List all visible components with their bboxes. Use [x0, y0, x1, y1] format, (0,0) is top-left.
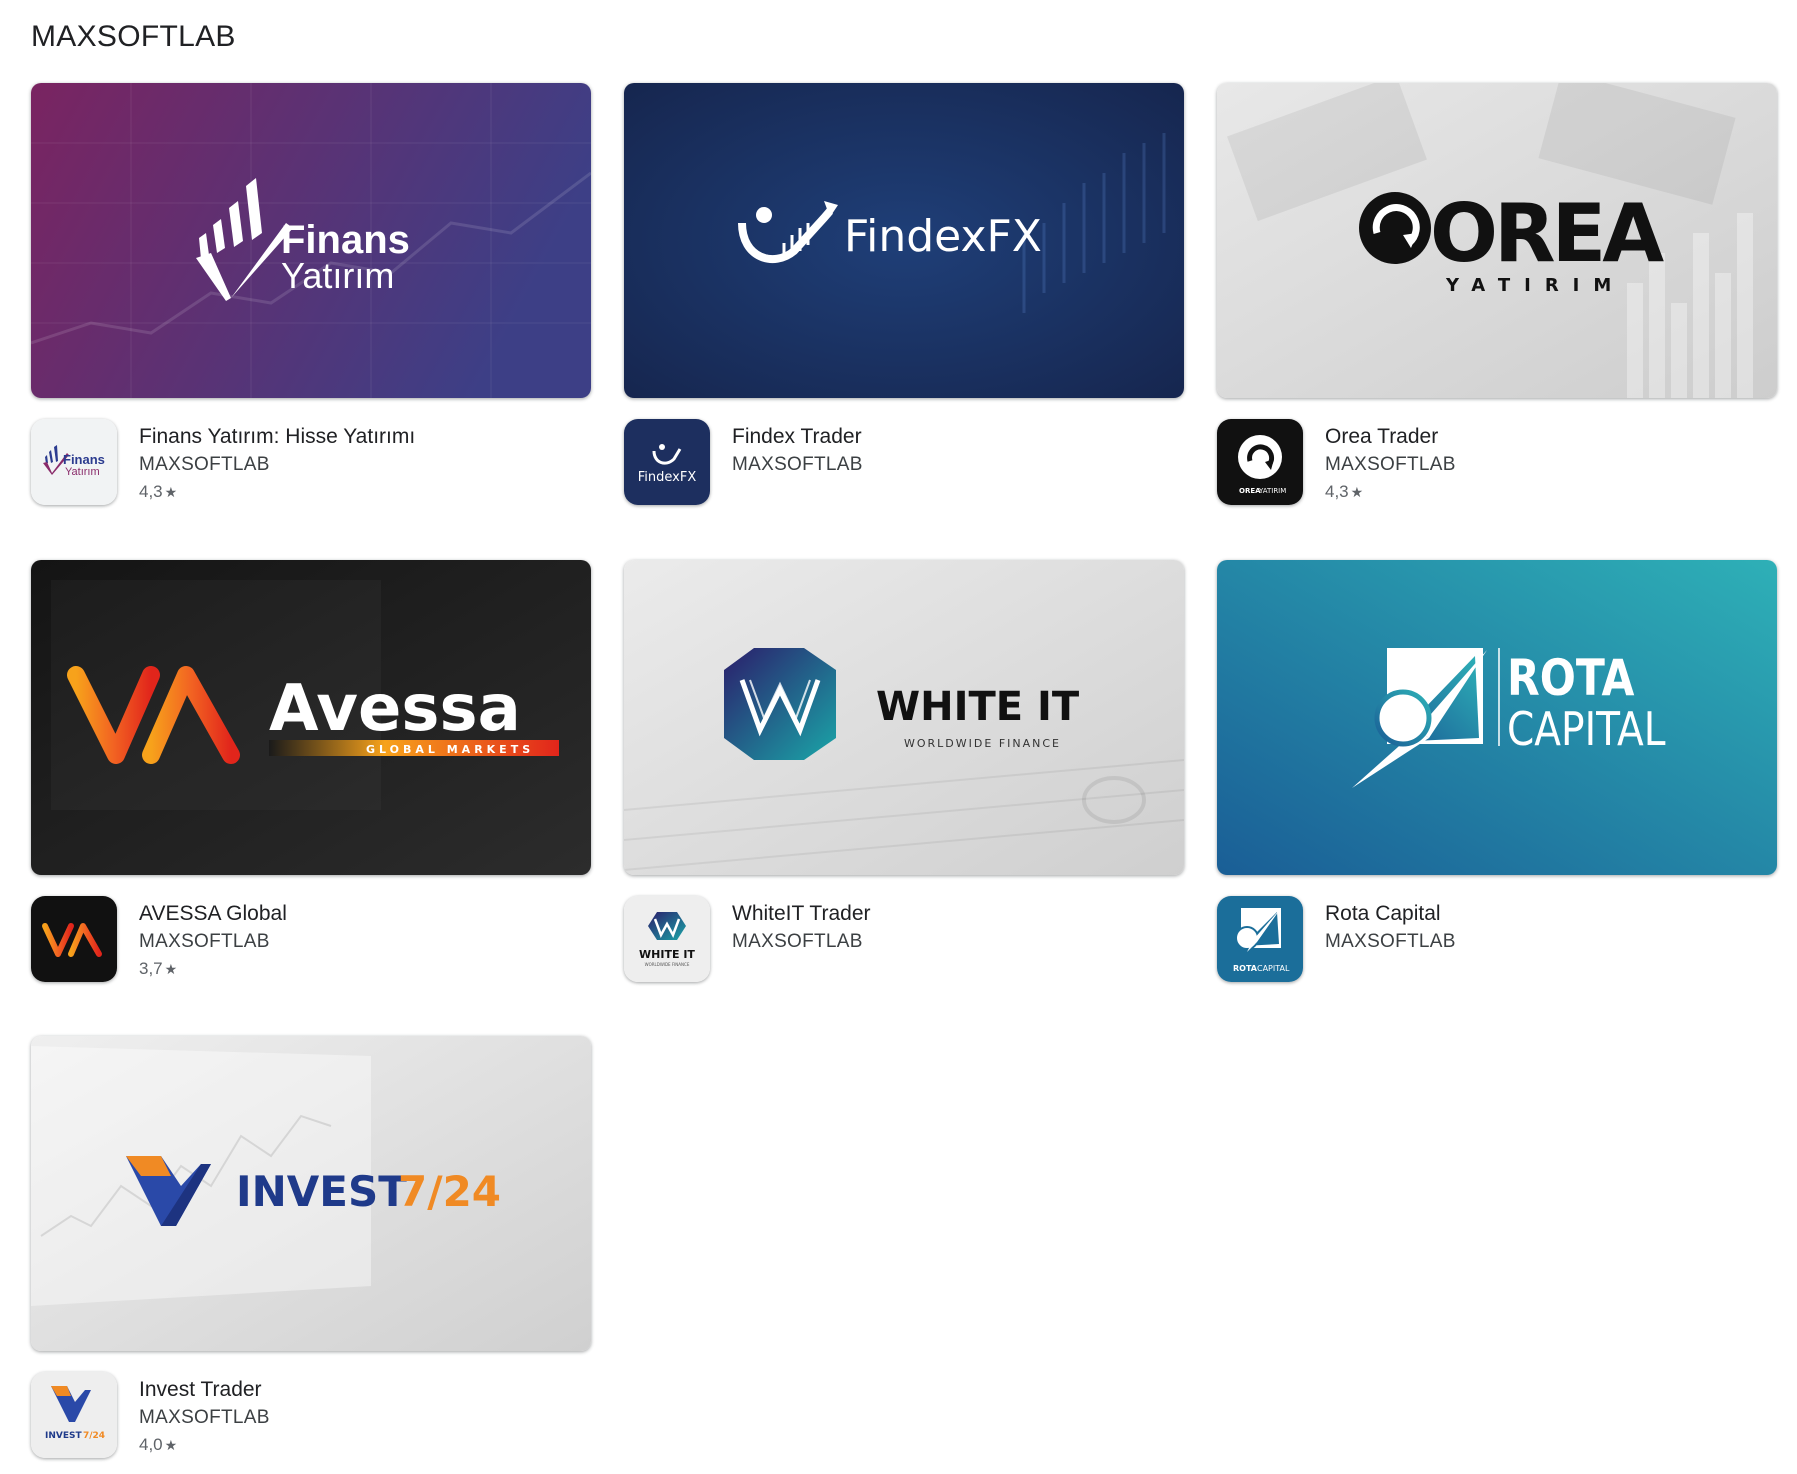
app-title[interactable]: AVESSA Global: [139, 900, 589, 928]
app-meta: Finans Yatırım: Hisse Yatırımı MAXSOFTLA…: [139, 423, 589, 505]
whiteit-banner-line1: WHITE IT: [876, 684, 1080, 730]
whiteit-app-icon: WHITE IT WORLDWIDE FINANCE: [624, 896, 710, 982]
orea-icon-line1: OREA: [1239, 487, 1261, 495]
orea-logo-mark: [1359, 192, 1431, 264]
app-meta: Invest Trader MAXSOFTLAB 4,0 ★: [139, 1376, 589, 1458]
app-meta: AVESSA Global MAXSOFTLAB 3,7 ★: [139, 900, 589, 982]
rating-value: 4,0: [139, 1435, 163, 1454]
finans-banner-graphic: Finans Yatırım: [31, 83, 591, 398]
app-meta: Findex Trader MAXSOFTLAB: [732, 423, 1182, 479]
orea-banner-line1: OREA: [1430, 187, 1664, 280]
app-title[interactable]: Invest Trader: [139, 1376, 589, 1404]
invest-icon-line1: INVEST: [45, 1431, 82, 1441]
rota-app-icon: ROTA CAPITAL: [1217, 896, 1303, 982]
app-icon[interactable]: WHITE IT WORLDWIDE FINANCE: [624, 896, 710, 982]
app-icon[interactable]: ROTA CAPITAL: [1217, 896, 1303, 982]
app-icon[interactable]: Finans Yatırım: [31, 419, 117, 505]
finans-banner-line2: Yatırım: [281, 255, 394, 296]
app-developer[interactable]: MAXSOFTLAB: [732, 451, 1182, 479]
invest-banner-graphic: INVEST 7/24: [31, 1036, 591, 1351]
app-developer[interactable]: MAXSOFTLAB: [732, 928, 1182, 956]
avessa-app-icon: [31, 896, 117, 982]
app-icon[interactable]: INVEST 7/24: [31, 1372, 117, 1458]
app-banner[interactable]: Avessa GLOBAL MARKETS: [31, 560, 591, 875]
findex-app-icon: FindexFX: [624, 419, 710, 505]
orea-icon-line2: YATIRIM: [1258, 487, 1286, 495]
whiteit-logo-hexagon: [724, 648, 836, 760]
rota-icon-line1: ROTA: [1233, 964, 1258, 973]
app-rating: 4,0 ★: [139, 1432, 589, 1458]
rota-banner-graphic: ROTA CAPITAL: [1217, 560, 1777, 875]
app-meta: Orea Trader MAXSOFTLAB 4,3 ★: [1325, 423, 1775, 505]
app-banner[interactable]: WHITE IT WORLDWIDE FINANCE: [624, 560, 1184, 875]
findex-banner-graphic: FindexFX: [624, 83, 1184, 398]
rating-value: 3,7: [139, 959, 163, 978]
app-icon[interactable]: [31, 896, 117, 982]
finans-icon-line2: Yatırım: [65, 466, 100, 478]
app-rating: 3,7 ★: [139, 956, 589, 982]
app-title[interactable]: Finans Yatırım: Hisse Yatırımı: [139, 423, 589, 451]
app-title[interactable]: Orea Trader: [1325, 423, 1775, 451]
whiteit-banner-graphic: WHITE IT WORLDWIDE FINANCE: [624, 560, 1184, 875]
app-banner[interactable]: FindexFX: [624, 83, 1184, 398]
star-icon: ★: [164, 1437, 178, 1453]
rating-value: 4,3: [1325, 482, 1349, 501]
invest-app-icon: INVEST 7/24: [31, 1372, 117, 1458]
app-rating: 4,3 ★: [139, 479, 589, 505]
app-banner[interactable]: Finans Yatırım: [31, 83, 591, 398]
app-developer[interactable]: MAXSOFTLAB: [139, 1404, 589, 1432]
orea-app-icon: OREA YATIRIM: [1217, 419, 1303, 505]
app-developer[interactable]: MAXSOFTLAB: [139, 451, 589, 479]
star-icon: ★: [164, 961, 178, 977]
app-rating: 4,3 ★: [1325, 479, 1775, 505]
whiteit-banner-line2: WORLDWIDE FINANCE: [904, 737, 1061, 750]
finans-icon-line1: Finans: [63, 452, 105, 467]
avessa-banner-line1: Avessa: [269, 672, 521, 746]
rota-banner-line2: CAPITAL: [1507, 703, 1666, 757]
invest-banner-line1: INVEST: [236, 1167, 407, 1216]
orea-banner-line2: YATIRIM: [1445, 275, 1625, 296]
page-title: MAXSOFTLAB: [31, 20, 236, 53]
app-banner[interactable]: INVEST 7/24: [31, 1036, 591, 1351]
invest-banner-line2: 7/24: [398, 1167, 501, 1216]
whiteit-icon-line2: WORLDWIDE FINANCE: [645, 962, 690, 967]
orea-banner-graphic: OREA YATIRIM: [1217, 83, 1777, 398]
rating-value: 4,3: [139, 482, 163, 501]
rota-icon-line2: CAPITAL: [1257, 964, 1290, 973]
app-banner[interactable]: ROTA CAPITAL: [1217, 560, 1777, 875]
findex-icon-line1: FindexFX: [638, 470, 697, 485]
app-title[interactable]: Rota Capital: [1325, 900, 1775, 928]
app-developer[interactable]: MAXSOFTLAB: [1325, 451, 1775, 479]
star-icon: ★: [1350, 484, 1364, 500]
whiteit-icon-line1: WHITE IT: [639, 948, 695, 961]
app-developer[interactable]: MAXSOFTLAB: [139, 928, 589, 956]
invest-icon-line2: 7/24: [83, 1431, 105, 1441]
avessa-banner-line2: GLOBAL MARKETS: [366, 743, 534, 756]
app-meta: Rota Capital MAXSOFTLAB: [1325, 900, 1775, 956]
app-meta: WhiteIT Trader MAXSOFTLAB: [732, 900, 1182, 956]
app-developer[interactable]: MAXSOFTLAB: [1325, 928, 1775, 956]
finans-app-icon: Finans Yatırım: [31, 419, 117, 505]
rota-banner-line1: ROTA: [1507, 649, 1634, 707]
app-title[interactable]: Findex Trader: [732, 423, 1182, 451]
app-icon[interactable]: FindexFX: [624, 419, 710, 505]
app-banner[interactable]: OREA YATIRIM: [1217, 83, 1777, 398]
app-icon[interactable]: OREA YATIRIM: [1217, 419, 1303, 505]
avessa-banner-graphic: Avessa GLOBAL MARKETS: [31, 560, 591, 875]
app-title[interactable]: WhiteIT Trader: [732, 900, 1182, 928]
star-icon: ★: [164, 484, 178, 500]
findex-banner-line1: FindexFX: [844, 211, 1042, 262]
